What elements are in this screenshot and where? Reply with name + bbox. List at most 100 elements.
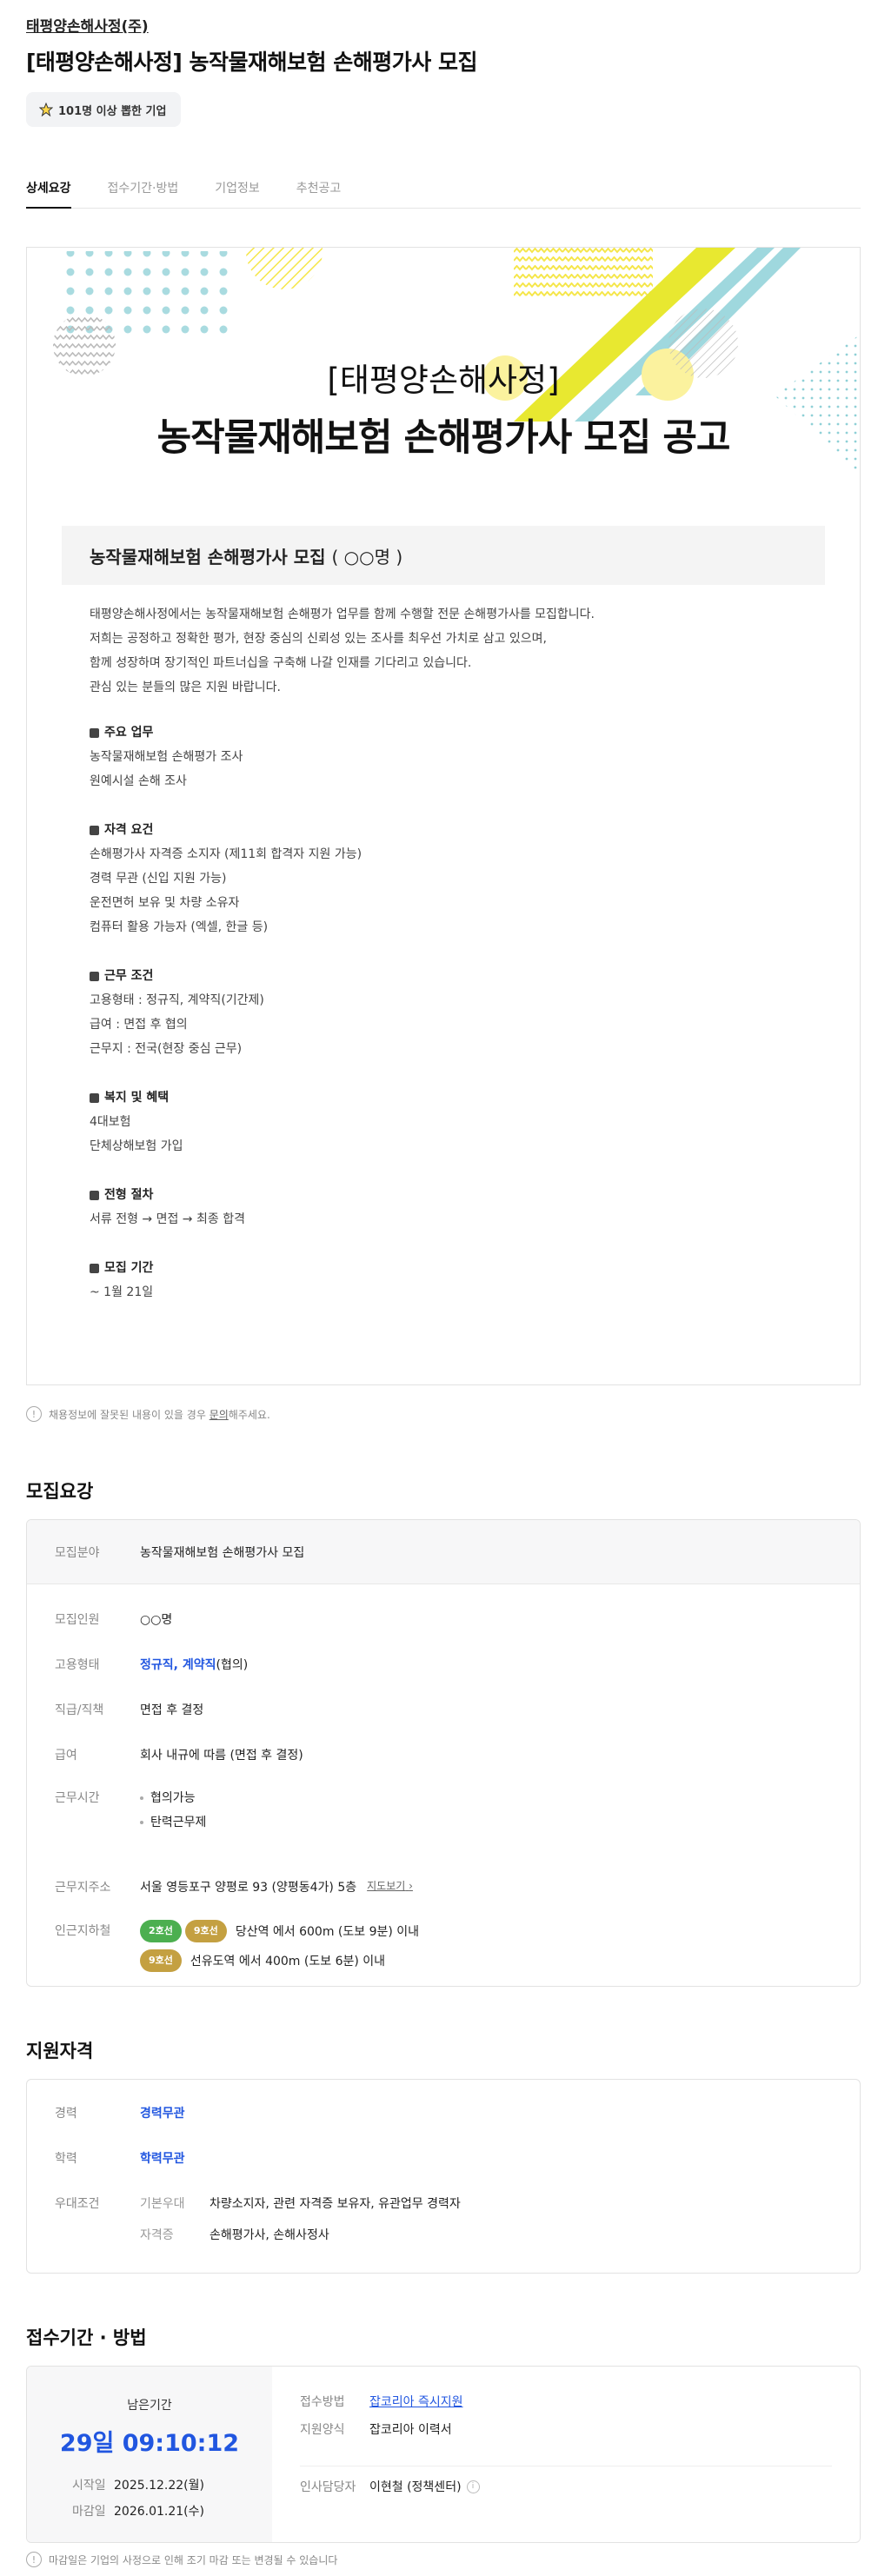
remain-label: 남은기간 <box>127 2399 172 2413</box>
hours-label: 근무시간 <box>55 1791 100 1805</box>
start-date-row: 시작일 2025.12.22(월) <box>72 2473 204 2499</box>
poster-blocks: 주요 업무 농작물재해보험 손해평가 조사 원예시설 손해 조사 자격 요건 손… <box>90 720 362 1329</box>
block-heading-text: 주요 업무 <box>104 726 154 740</box>
block-period: 모집 기간 ~ 1월 21일 <box>90 1256 362 1305</box>
apply-method-box: 접수방법 잡코리아 즉시지원 지원양식 잡코리아 이력서 인사담당자 이현철 (… <box>272 2367 860 2542</box>
remain-countdown: 29일 09:10:12 <box>59 2430 240 2457</box>
block-line: 원예시설 손해 조사 <box>90 774 187 788</box>
tab-recommended[interactable]: 추천공고 <box>296 170 342 209</box>
bullet-square-icon <box>90 971 99 981</box>
recruit-heading: 모집요강 <box>26 1481 94 1502</box>
section-title: 농작물재해보험 손해평가사 모집 <box>90 547 326 568</box>
instant-apply-link[interactable]: 잡코리아 즉시지원 <box>369 2393 463 2410</box>
deadline-notice: ! 마감일은 기업의 사정으로 인해 조기 마감 또는 변경될 수 있습니다 <box>26 2552 337 2567</box>
count-label: 모집인원 <box>55 1613 100 1627</box>
type-label: 고용형태 <box>55 1658 100 1672</box>
career-label: 경력 <box>55 2107 77 2121</box>
block-line: 운전면허 보유 및 차량 소유자 <box>90 896 240 910</box>
count-row: 모집인원 ○○명 <box>27 1610 860 1628</box>
hours-row: 근무시간 협의가능 탄력근무제 <box>27 1786 860 1835</box>
block-heading-text: 근무 조건 <box>104 969 154 983</box>
notice-text: 채용정보에 잘못된 내용이 있을 경우 문의해주세요. <box>49 1407 270 1422</box>
block-heading: 자격 요건 <box>90 818 362 842</box>
pref-basic-label: 기본우대 <box>140 2197 185 2211</box>
line-2-badge: 2호선 <box>140 1920 182 1942</box>
company-name[interactable]: 태평양손해사정(주) <box>26 14 149 36</box>
method-row: 접수방법 잡코리아 즉시지원 <box>300 2393 463 2410</box>
hr-row: 인사담당자 이현철 (정책센터) i <box>300 2478 480 2495</box>
type-highlight: 정규직, 계약직 <box>140 1658 216 1672</box>
block-process: 전형 절차 서류 전형 → 면접 → 최종 합격 <box>90 1183 362 1232</box>
form-label: 지원양식 <box>300 2423 345 2437</box>
poster-subtitle: [태평양손해사정] <box>327 362 560 399</box>
address-label: 근무지주소 <box>55 1881 111 1895</box>
info-icon[interactable]: i <box>466 2480 480 2493</box>
tab-apply-period[interactable]: 접수기간·방법 <box>108 170 179 209</box>
job-detail-poster: [태평양손해사정] 농작물재해보험 손해평가사 모집 공고 농작물재해보험 손해… <box>26 247 861 1385</box>
preference-row: 우대조건 기본우대 차량소지자, 관련 자격증 보유자, 유관업무 경력자 <box>27 2194 860 2212</box>
field-label: 모집분야 <box>55 1545 100 1560</box>
block-conditions: 근무 조건 고용형태 : 정규직, 계약직(기간제) 급여 : 면접 후 협의 … <box>90 964 362 1061</box>
block-heading-text: 전형 절차 <box>104 1188 154 1202</box>
hours-item: 탄력근무제 <box>140 1810 206 1835</box>
block-heading: 근무 조건 <box>90 964 362 988</box>
hours-item: 협의가능 <box>140 1786 206 1810</box>
tab-detail[interactable]: 상세요강 <box>26 170 71 209</box>
pref-cert-label: 자격증 <box>140 2228 174 2242</box>
hours-values: 협의가능 탄력근무제 <box>140 1786 206 1835</box>
company-badge: 101명 이상 뽑한 기업 <box>26 92 182 127</box>
date-range: 시작일 2025.12.22(월) 마감일 2026.01.21(수) <box>72 2473 204 2525</box>
map-link-text: 지도보기 <box>367 1880 406 1892</box>
education-row: 학력 학력무관 <box>27 2149 860 2167</box>
inquiry-link[interactable]: 문의 <box>210 1409 229 1421</box>
block-heading-text: 복지 및 혜택 <box>104 1091 170 1105</box>
intro-line: 함께 성장하며 장기적인 파트너십을 구축해 나갈 인재를 기다리고 있습니다. <box>90 656 472 670</box>
subway-row: 인근지하철 2호선 9호선 당산역 에서 600m (도보 9분) 이내 9호선… <box>27 1916 860 1975</box>
block-requirements: 자격 요건 손해평가사 자격증 소지자 (제11회 합격자 지원 가능) 경력 … <box>90 818 362 939</box>
bullet-square-icon <box>90 1092 99 1103</box>
notice-after: 해주세요. <box>228 1408 270 1421</box>
block-line: 급여 : 면접 후 협의 <box>90 1018 188 1032</box>
info-icon: ! <box>26 2552 42 2567</box>
type-rest: (협의) <box>216 1658 249 1672</box>
subway-text: 당산역 에서 600m (도보 9분) 이내 <box>235 1925 420 1939</box>
rank-value: 면접 후 결정 <box>140 1703 204 1717</box>
career-value: 경력무관 <box>140 2107 185 2121</box>
bullet-dot-icon <box>140 1796 143 1800</box>
bullet-square-icon <box>90 825 99 835</box>
start-label: 시작일 <box>72 2479 106 2493</box>
intro-line: 관심 있는 분들의 많은 지원 바랍니다. <box>90 681 281 694</box>
tab-company-info[interactable]: 기업정보 <box>215 170 260 209</box>
address-value: 서울 영등포구 양평로 93 (양평동4가) 5층 <box>140 1881 357 1895</box>
block-heading-text: 자격 요건 <box>104 823 154 837</box>
badge-label: 101명 이상 뽑한 기업 <box>58 104 167 118</box>
block-line: 경력 무관 (신입 지원 가능) <box>90 872 227 886</box>
hr-label: 인사담당자 <box>300 2480 356 2494</box>
subway-label: 인근지하철 <box>55 1924 111 1938</box>
apply-heading: 접수기간 · 방법 <box>26 2327 147 2348</box>
section-count: ( ○○명 ) <box>331 547 403 568</box>
detail-tabs: 상세요강 접수기간·방법 기업정보 추천공고 <box>26 170 861 209</box>
block-heading: 모집 기간 <box>90 1256 362 1280</box>
job-title: [태평양손해사정] 농작물재해보험 손해평가사 모집 <box>26 50 477 75</box>
bullet-square-icon <box>90 1190 99 1200</box>
poster-title: 농작물재해보험 손해평가사 모집 공고 <box>156 416 731 460</box>
block-line: 4대보험 <box>90 1115 131 1129</box>
block-line: ~ 1월 21일 <box>90 1285 154 1299</box>
block-duties: 주요 업무 농작물재해보험 손해평가 조사 원예시설 손해 조사 <box>90 720 362 793</box>
count-value: ○○명 <box>140 1613 173 1627</box>
block-line: 고용형태 : 정규직, 계약직(기간제) <box>90 993 264 1007</box>
field-value: 농작물재해보험 손해평가사 모집 <box>140 1545 305 1560</box>
salary-label: 급여 <box>55 1749 77 1763</box>
salary-row: 급여 회사 내규에 따름 (면접 후 결정) <box>27 1746 860 1763</box>
subway-line: 2호선 9호선 당산역 에서 600m (도보 9분) 이내 <box>140 1916 419 1946</box>
notice-before: 채용정보에 잘못된 내용이 있을 경우 <box>49 1408 210 1421</box>
education-value: 학력무관 <box>140 2152 185 2166</box>
subway-text: 선유도역 에서 400m (도보 6분) 이내 <box>190 1955 386 1969</box>
block-line: 농작물재해보험 손해평가 조사 <box>90 750 243 764</box>
map-link[interactable]: 지도보기 › <box>367 1878 413 1893</box>
block-heading: 전형 절차 <box>90 1183 362 1207</box>
report-notice: ! 채용정보에 잘못된 내용이 있을 경우 문의해주세요. <box>26 1406 270 1422</box>
deadline-notice-text: 마감일은 기업의 사정으로 인해 조기 마감 또는 변경될 수 있습니다 <box>49 2553 338 2566</box>
preference-cert-row: 자격증 손해평가사, 손해사정사 <box>27 2226 860 2243</box>
